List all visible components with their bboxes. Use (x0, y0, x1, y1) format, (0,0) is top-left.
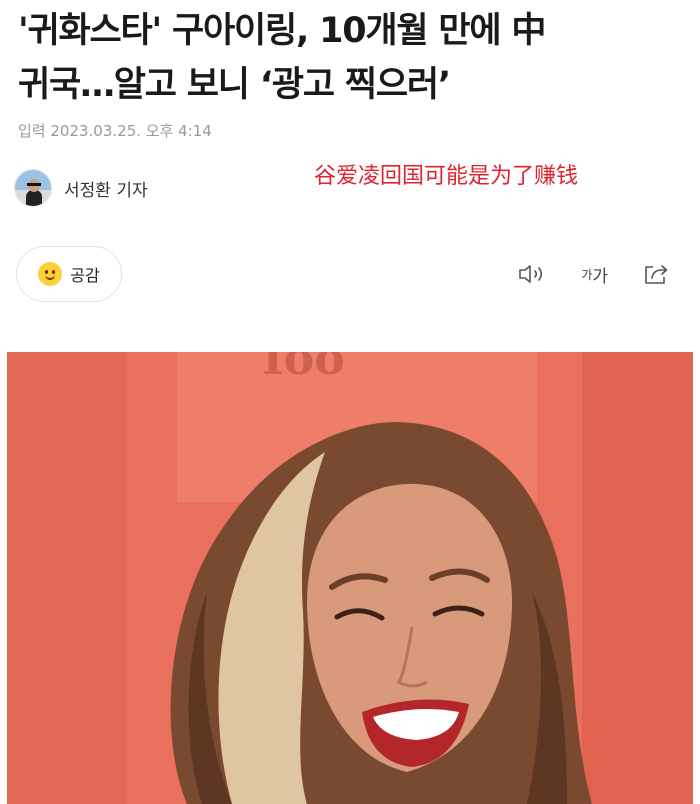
like-button[interactable]: 공감 (16, 246, 122, 302)
headline-line-2: 귀국…알고 보니 ‘광고 찍으러’ (18, 65, 451, 105)
byline[interactable]: 서정환 기자 (14, 166, 148, 210)
text-to-speech-button[interactable] (517, 256, 547, 292)
article-tools: 가가 (517, 256, 670, 292)
share-button[interactable] (642, 256, 670, 292)
annotation-caption: 谷爱凌回国可能是为了赚钱 (314, 164, 579, 189)
article-headline: '귀화스타' 구아이링, 10개월 만에 中 귀국…알고 보니 ‘광고 찍으러’ (18, 4, 688, 112)
speaker-icon (519, 265, 543, 283)
font-size-small-glyph: 가 (581, 267, 593, 282)
article-photo[interactable]: Ioo (7, 352, 693, 804)
font-size-button[interactable]: 가가 (581, 256, 608, 292)
reporter-avatar[interactable] (14, 169, 52, 207)
publish-dateline: 입력 2023.03.25. 오후 4:14 (18, 122, 212, 140)
font-size-large-glyph: 가 (592, 266, 608, 287)
svg-text:Ioo: Ioo (262, 352, 345, 385)
article-page: '귀화스타' 구아이링, 10개월 만에 中 귀국…알고 보니 ‘광고 찍으러’… (0, 0, 700, 804)
smiley-icon (38, 262, 63, 286)
headline-line-1: '귀화스타' 구아이링, 10개월 만에 中 (18, 11, 546, 51)
reporter-name[interactable]: 서정환 기자 (64, 176, 148, 201)
share-icon (645, 265, 668, 284)
like-label: 공감 (70, 266, 100, 285)
portrait-illustration: Ioo (7, 352, 693, 804)
